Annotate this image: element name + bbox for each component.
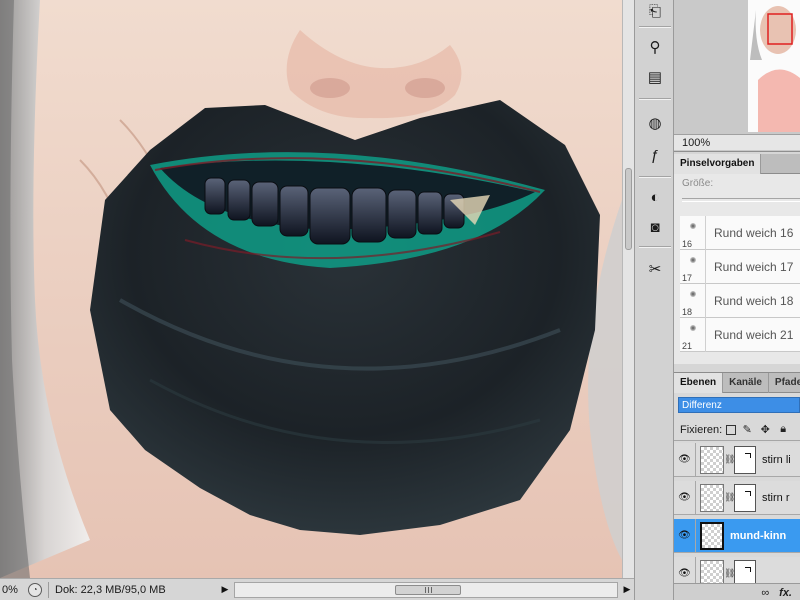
link-icon[interactable]: ⛓︎ [724, 492, 735, 503]
layer-thumbnail [700, 483, 724, 512]
brush-preset-name: Rund weich 21 [714, 327, 794, 342]
link-layers-icon[interactable]: ∞ [761, 587, 769, 599]
horizontal-scroll-thumb[interactable] [395, 584, 461, 595]
brush-preset-name: Rund weich 16 [714, 225, 794, 240]
layer-name: mund-kinn [730, 529, 787, 542]
eye-icon[interactable]: 👁︎ [674, 442, 696, 477]
tab-channels[interactable]: Kanäle [723, 373, 769, 393]
brush-size-value: 16 [682, 238, 693, 249]
tab-layers[interactable]: Ebenen [674, 373, 724, 393]
eye-icon[interactable]: 👁︎ [674, 480, 696, 515]
masks-icon[interactable]: ◙ [643, 216, 667, 238]
tool-presets-icon[interactable]: ✂ [643, 258, 667, 280]
brush-preset-item[interactable]: 18 Rund weich 18 [680, 283, 800, 318]
status-menu-arrow-icon[interactable]: ▶ [218, 584, 232, 595]
navigator-zoom-value[interactable]: 100% [674, 134, 800, 150]
navigator-thumbnail[interactable] [748, 0, 800, 132]
layer-name: stirn li [762, 453, 791, 466]
layer-mask-thumbnail[interactable] [734, 445, 756, 474]
layers-footer: ∞ fx. [674, 583, 800, 600]
right-panel-dock: 100% Pinselvorgaben Größe: 16 Rund weich… [674, 0, 800, 600]
status-bar: 0% ◔ Dok: 22,3 MB/95,0 MB ▶ ▶ [0, 578, 634, 600]
layer-thumbnail [700, 445, 724, 474]
brush-tip-icon [690, 324, 696, 331]
link-icon[interactable]: ⛓︎ [724, 454, 735, 465]
lock-row: Fixieren: ✎ ✥ 🔒︎ [674, 419, 800, 441]
brush-tip-icon [690, 290, 696, 297]
layers-tab-row: Ebenen Kanäle Pfade [674, 373, 800, 393]
brush-size-slider[interactable] [682, 198, 800, 202]
tab-brush-presets[interactable]: Pinselvorgaben [674, 154, 762, 174]
layers-panel: Ebenen Kanäle Pfade Differenz Fixieren: … [674, 372, 800, 600]
photo-image [0, 0, 622, 578]
navigator-panel: 100% [674, 0, 800, 152]
layer-row[interactable]: 👁︎ ⛓︎ stirn li [674, 442, 800, 477]
color-swatches-icon[interactable]: ◍ [643, 112, 667, 134]
divider [639, 26, 671, 28]
divider [639, 176, 671, 178]
lock-transparency-icon[interactable] [726, 424, 737, 435]
scroll-right-arrow-icon[interactable]: ▶ [620, 584, 634, 595]
brush-preset-item[interactable]: 16 Rund weich 16 [680, 215, 800, 250]
lock-label: Fixieren: [680, 423, 723, 436]
brush-preset-list: 16 Rund weich 16 17 Rund weich 17 18 Run… [680, 215, 800, 352]
layer-row-selected[interactable]: 👁︎ mund-kinn [674, 518, 800, 553]
layer-effects-icon[interactable]: fx. [779, 587, 792, 599]
clone-source-icon[interactable]: ⚲ [643, 36, 667, 58]
eye-icon[interactable]: 👁︎ [674, 518, 696, 553]
adjustments-icon[interactable]: ◐ [643, 186, 667, 208]
lock-position-icon[interactable]: ✥ [758, 423, 772, 436]
history-icon[interactable]: ⎗ [643, 0, 667, 22]
vertical-scrollbar[interactable] [622, 0, 634, 578]
lock-pixels-icon[interactable]: ✎ [740, 423, 754, 436]
status-info-icon[interactable]: ◔ [28, 582, 42, 597]
blend-mode-select[interactable]: Differenz [678, 397, 800, 413]
lock-all-icon[interactable]: 🔒︎ [776, 423, 790, 436]
layer-thumbnail [700, 521, 724, 550]
brush-preset-item[interactable]: 17 Rund weich 17 [680, 249, 800, 284]
styles-icon[interactable]: ƒ [643, 144, 667, 166]
layer-name: stirn r [762, 491, 790, 504]
vertical-scroll-thumb[interactable] [625, 168, 632, 250]
zoom-level[interactable]: 0% [0, 584, 26, 596]
brush-size-value: 21 [682, 340, 693, 351]
link-icon[interactable]: ⛓︎ [724, 568, 735, 579]
brush-tip-icon [690, 222, 696, 229]
document-size-info: Dok: 22,3 MB/95,0 MB [48, 581, 218, 598]
document-canvas[interactable] [0, 0, 622, 578]
brush-size-value: 18 [682, 306, 693, 317]
horizontal-scrollbar[interactable] [234, 581, 618, 598]
actions-icon[interactable]: ▤ [643, 66, 667, 88]
brush-presets-tab-row: Pinselvorgaben [674, 154, 800, 174]
brush-size-value: 17 [682, 272, 693, 283]
layer-mask-thumbnail[interactable] [734, 483, 756, 512]
brush-preset-name: Rund weich 17 [714, 259, 794, 274]
brush-preset-item[interactable]: 21 Rund weich 21 [680, 317, 800, 352]
panel-icon-strip: ⎗ ⚲ ▤ ◍ ƒ ◐ ◙ ✂ [634, 0, 674, 600]
layer-row[interactable]: 👁︎ ⛓︎ stirn r [674, 480, 800, 515]
brush-size-label: Größe: [682, 178, 714, 189]
tab-paths[interactable]: Pfade [769, 373, 800, 393]
brush-tip-icon [690, 256, 696, 263]
brush-preset-name: Rund weich 18 [714, 293, 794, 308]
divider [639, 246, 671, 248]
divider [639, 98, 671, 100]
brush-presets-panel: Pinselvorgaben Größe: 16 Rund weich 16 1… [674, 154, 800, 364]
